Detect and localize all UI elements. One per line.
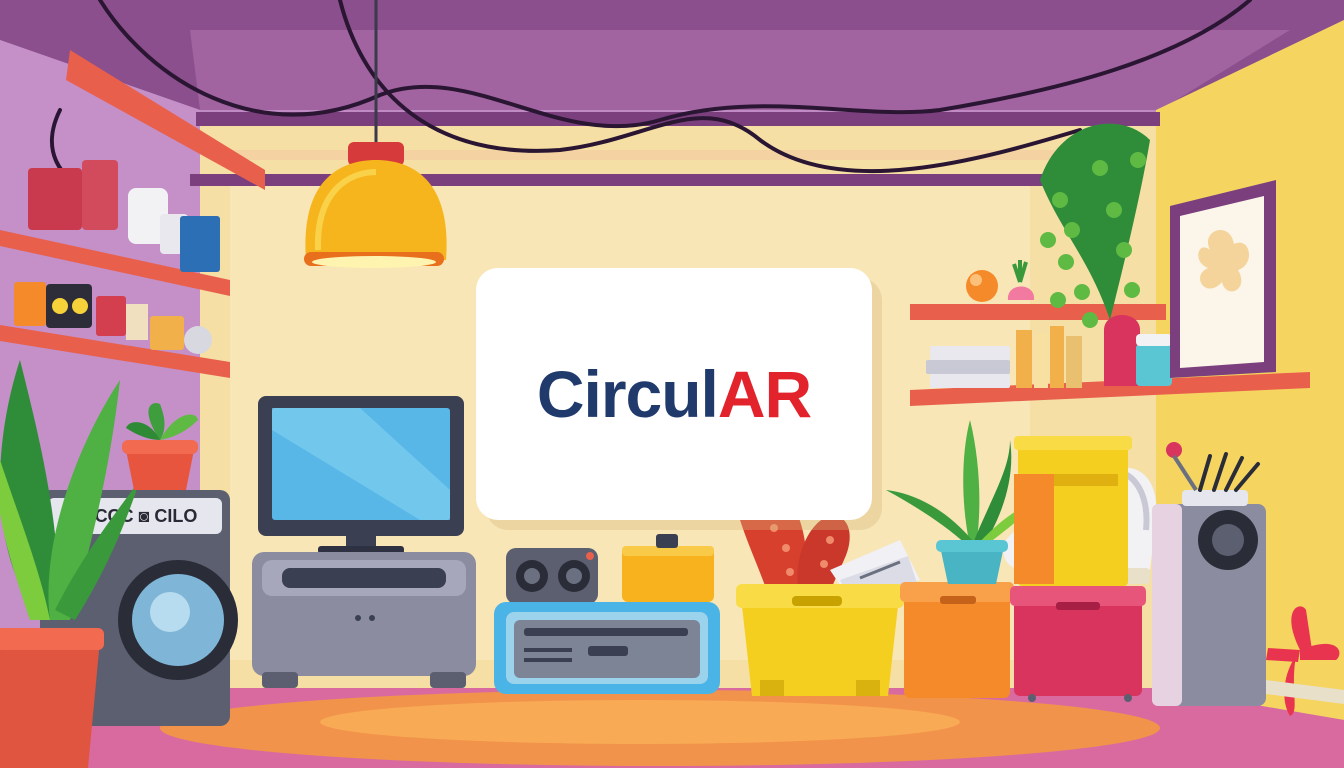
storage-room-scene: CCC ◙ CILO CirculAR	[0, 0, 1344, 768]
framed-picture	[1170, 180, 1276, 378]
pink-crate	[1010, 586, 1146, 702]
ceiling-light-strip	[210, 150, 1070, 160]
yellow-crate	[736, 584, 904, 696]
logo-wordmark: CirculAR	[537, 361, 812, 427]
yellow-shelf-unit	[1014, 436, 1132, 586]
logo-card: CirculAR	[476, 268, 872, 520]
tv-monitor	[258, 396, 464, 554]
floor-glow-inner	[320, 700, 960, 744]
speaker-console	[506, 548, 598, 604]
logo-text-ar: AR	[717, 357, 812, 431]
logo-text-circul: Circul	[536, 357, 719, 431]
orange-crate	[900, 582, 1014, 698]
blue-dvd-player	[494, 602, 720, 694]
tv-cabinet	[252, 552, 476, 688]
